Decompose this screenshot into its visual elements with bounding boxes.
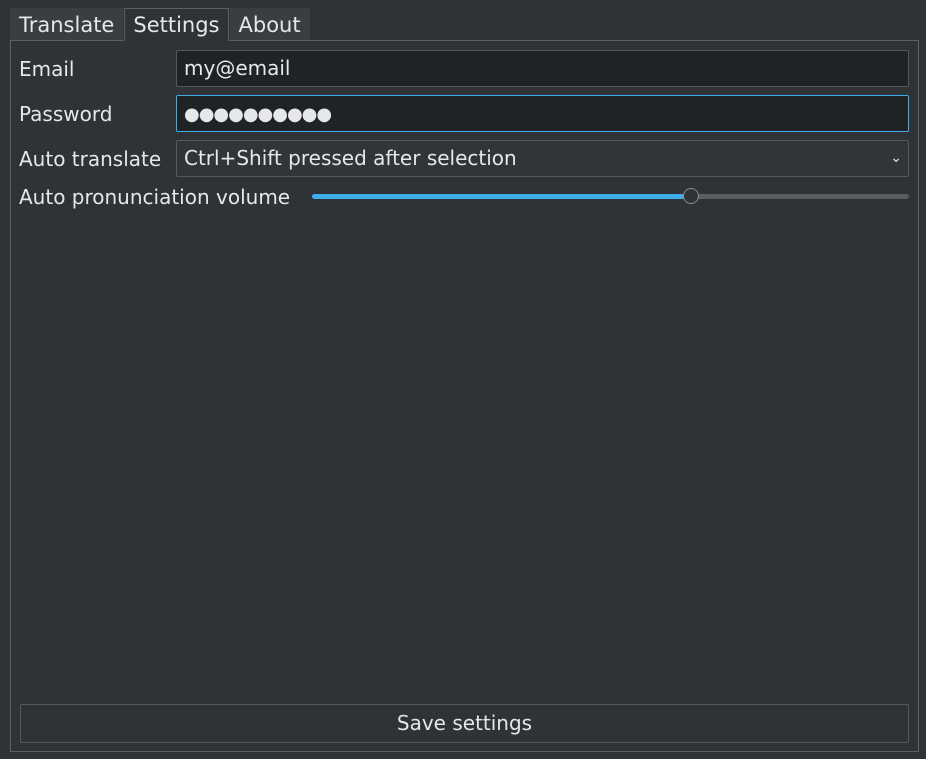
email-label: Email: [19, 57, 75, 81]
tab-settings[interactable]: Settings: [124, 8, 229, 41]
chevron-down-icon: ⌄: [890, 150, 902, 166]
volume-label: Auto pronunciation volume: [19, 185, 291, 209]
email-field[interactable]: my@email: [176, 50, 909, 87]
password-label: Password: [19, 102, 113, 126]
auto-translate-selected-value: Ctrl+Shift pressed after selection: [184, 146, 517, 170]
volume-slider[interactable]: [312, 188, 909, 204]
tab-translate[interactable]: Translate: [10, 8, 124, 40]
auto-translate-label: Auto translate: [19, 147, 162, 171]
save-settings-button[interactable]: Save settings: [20, 704, 909, 743]
settings-pane: Email my@email Password ●●●●●●●●●● Auto …: [10, 40, 919, 752]
password-field[interactable]: ●●●●●●●●●●: [176, 95, 909, 132]
tab-about[interactable]: About: [229, 8, 310, 40]
tab-bar: Translate Settings About: [10, 8, 311, 41]
slider-fill: [312, 194, 691, 199]
slider-handle[interactable]: [683, 188, 699, 204]
app-window: Translate Settings About Email my@email …: [0, 0, 926, 759]
password-masked-value: ●●●●●●●●●●: [184, 104, 332, 125]
auto-translate-select[interactable]: Ctrl+Shift pressed after selection ⌄: [176, 140, 909, 177]
